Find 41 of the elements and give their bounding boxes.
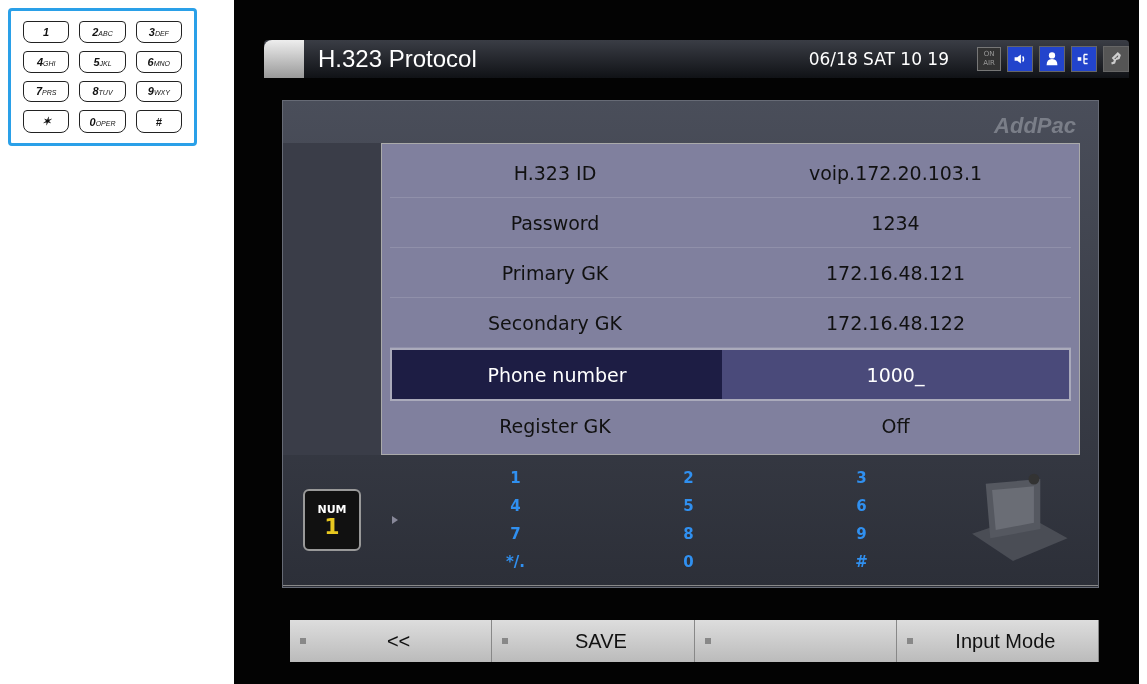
number-key-label: 2 (683, 468, 694, 489)
selected-row[interactable]: Phone number 1000_ (390, 348, 1071, 401)
number-key-label: 4 (510, 496, 521, 517)
setting-value: Off (880, 413, 911, 439)
setting-value: 172.16.48.121 (825, 260, 966, 286)
softkey-button[interactable]: << (290, 620, 493, 662)
date-time: 06/18 SAT 10 19 (808, 49, 949, 69)
settings-row[interactable]: H.323 ID voip.172.20.103.1 (390, 148, 1071, 198)
softkey-button[interactable] (694, 620, 897, 662)
settings-row[interactable]: Password 1234 (390, 198, 1071, 248)
softkey-button[interactable]: Input Mode (896, 620, 1099, 662)
arrow-icon (391, 515, 399, 525)
settings-row[interactable]: Register GK Off (390, 401, 1071, 450)
setting-label: Register GK (498, 414, 612, 437)
number-key-label: 8 (683, 524, 694, 545)
setting-value: 1234 (870, 210, 921, 236)
keypad-key[interactable]: ✶ (23, 110, 70, 133)
setting-value: 172.16.48.122 (825, 310, 966, 336)
number-key-label: 9 (856, 524, 867, 545)
number-key-label: 6 (856, 496, 867, 517)
number-key-label: 0 (683, 552, 694, 573)
keypad-key[interactable]: # (135, 110, 182, 133)
number-key-label: 1 (510, 468, 521, 489)
keypad-key[interactable]: 1 (23, 21, 70, 43)
softkey-button[interactable]: SAVE (492, 620, 695, 662)
input-field[interactable]: 1000_ (722, 350, 1069, 399)
setting-label: Secondary GK (487, 311, 623, 334)
setting-label: Phone number (486, 363, 628, 386)
number-key-label: 3 (856, 468, 867, 489)
setting-value: voip.172.20.103.1 (807, 160, 984, 186)
setting-label: H.323 ID (512, 161, 598, 184)
input-mode-badge: NUM 1 (303, 489, 361, 551)
setting-label: Primary GK (500, 261, 610, 284)
number-key-label: 7 (510, 524, 521, 545)
tab-corner-icon (264, 40, 304, 78)
settings-row[interactable]: Primary GK 172.16.48.121 (390, 248, 1071, 298)
screen-title: H.323 Protocol (318, 45, 478, 73)
number-key-label: */. (506, 552, 525, 573)
setting-label: Password (509, 211, 601, 234)
number-key-label: # (855, 552, 868, 573)
number-key-label: 5 (683, 496, 694, 517)
